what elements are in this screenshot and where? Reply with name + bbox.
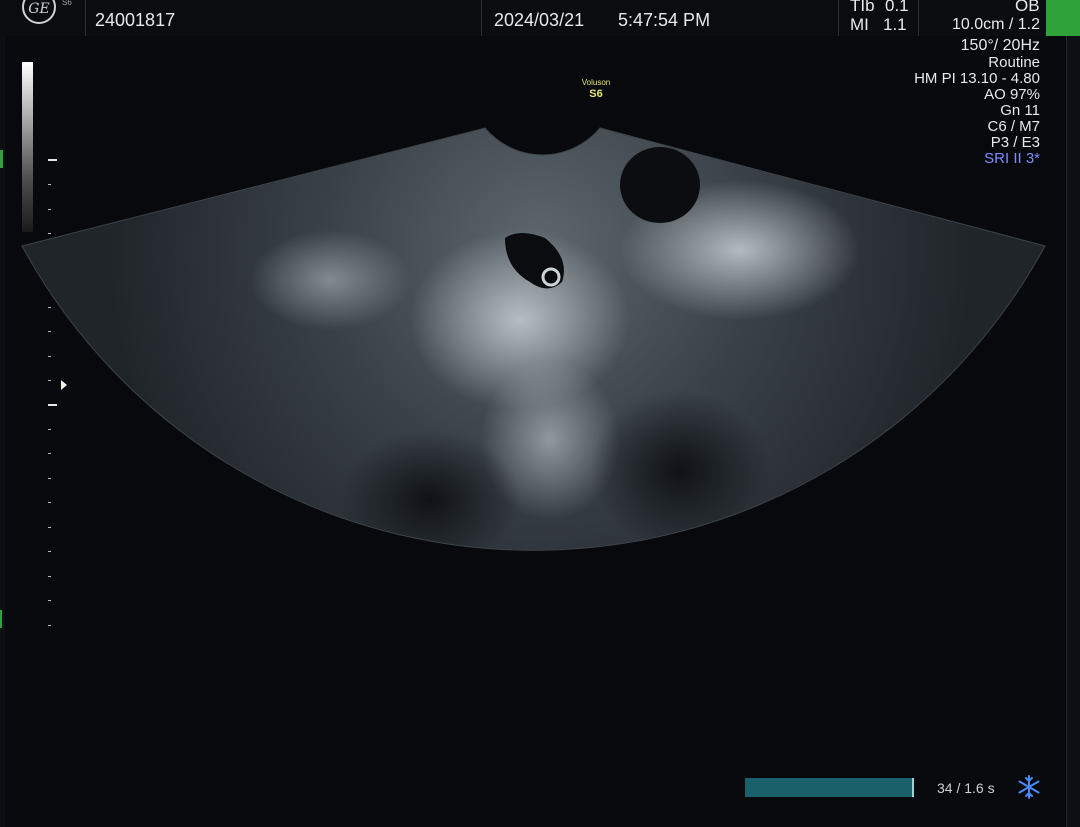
brand-model: S6 — [589, 88, 603, 100]
cine-progress-marker[interactable] — [912, 778, 914, 797]
snowflake-icon[interactable] — [1016, 774, 1042, 800]
sector-scan — [22, 128, 1045, 551]
ultrasound-image[interactable] — [0, 0, 1080, 827]
cine-progress-bar[interactable] — [745, 778, 913, 797]
brand-name: Voluson — [581, 78, 611, 87]
cine-counter: 34 / 1.6 s — [937, 780, 995, 796]
shadow-region — [590, 390, 770, 550]
brand-logo: Voluson S6 — [560, 78, 632, 101]
tissue-region — [250, 230, 410, 330]
cyst — [620, 147, 700, 223]
